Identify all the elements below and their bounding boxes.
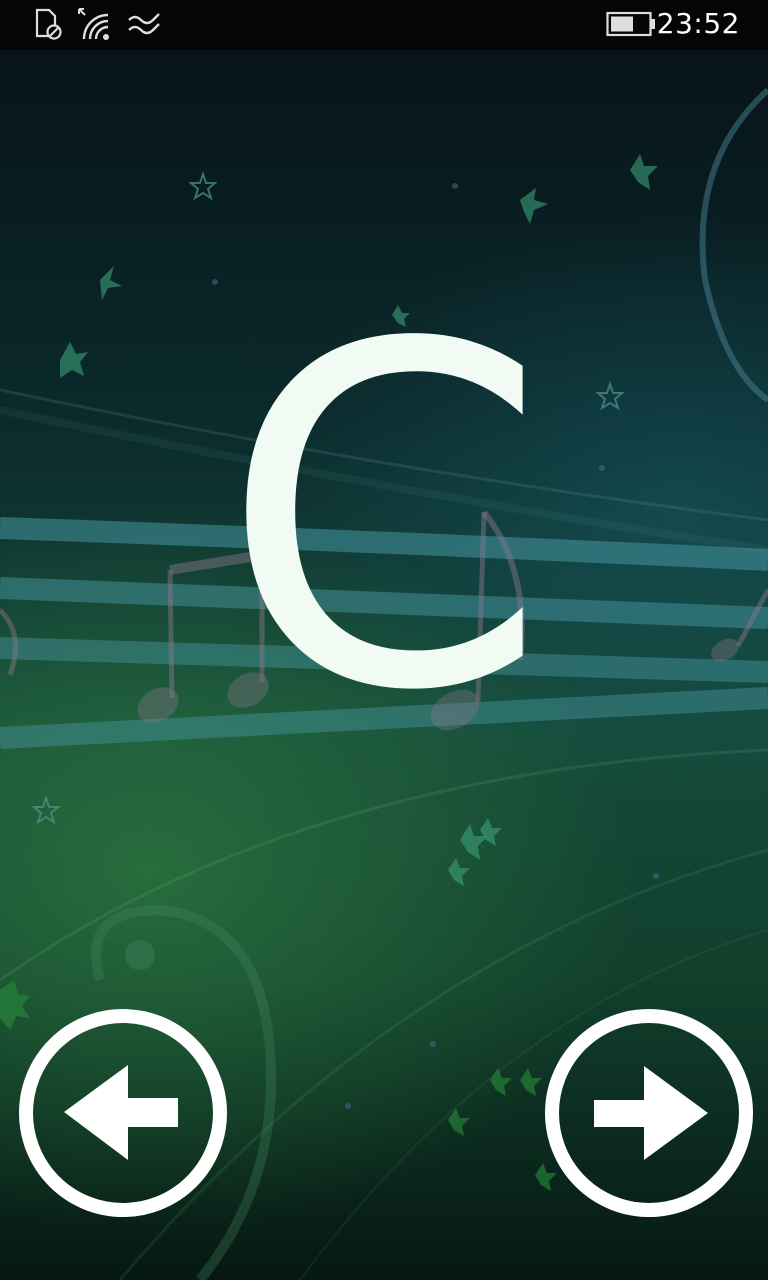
arrow-right-icon <box>545 1009 753 1217</box>
battery-icon <box>606 11 655 37</box>
sim-blocked-icon <box>35 8 62 40</box>
arrow-left-icon <box>19 1009 227 1217</box>
data-sense-icon <box>128 13 160 35</box>
status-bar: 23:52 <box>0 0 768 50</box>
next-button[interactable] <box>544 1008 754 1218</box>
clock: 23:52 <box>656 7 740 40</box>
note-letter: C <box>219 246 549 793</box>
wifi-icon <box>78 8 109 40</box>
screen: 23:52 C <box>0 0 768 1280</box>
previous-button[interactable] <box>18 1008 228 1218</box>
